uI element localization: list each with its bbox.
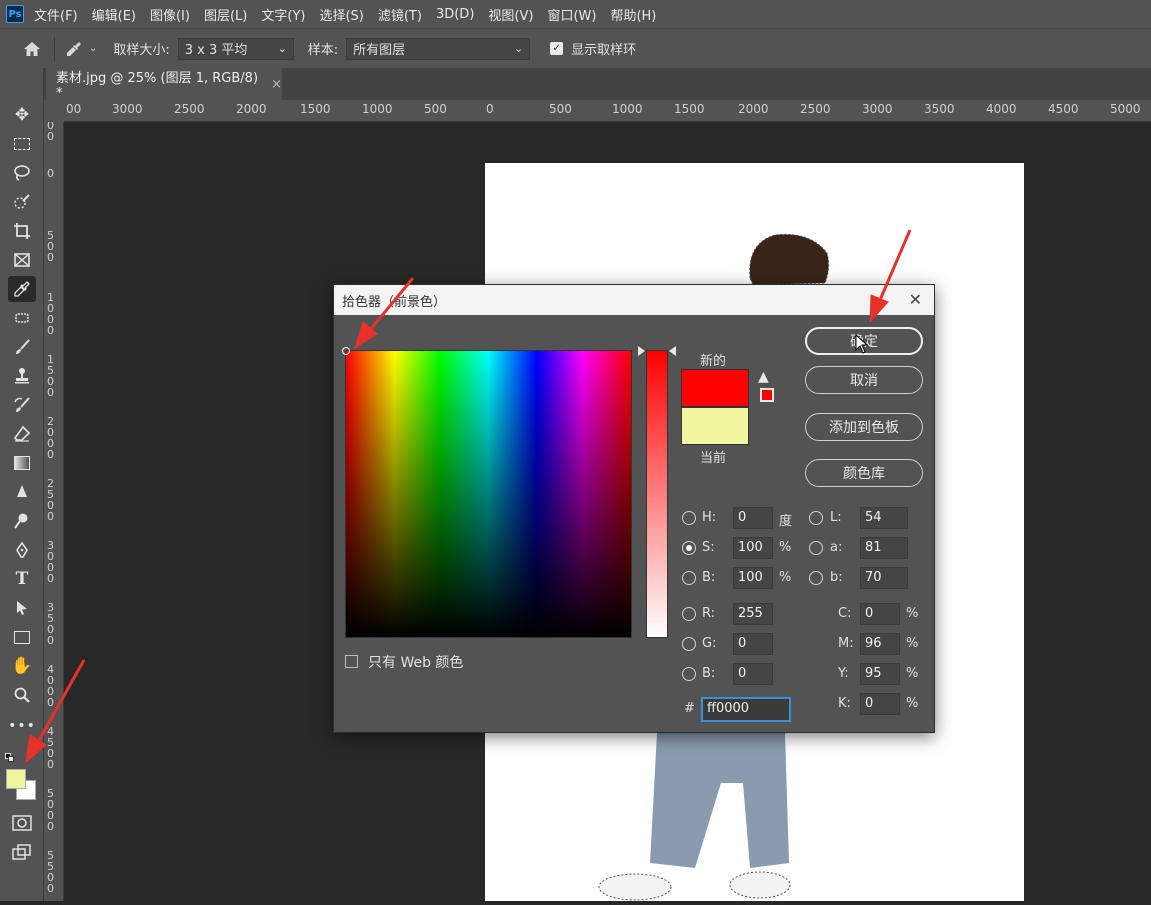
annotation-arrows xyxy=(25,229,912,764)
